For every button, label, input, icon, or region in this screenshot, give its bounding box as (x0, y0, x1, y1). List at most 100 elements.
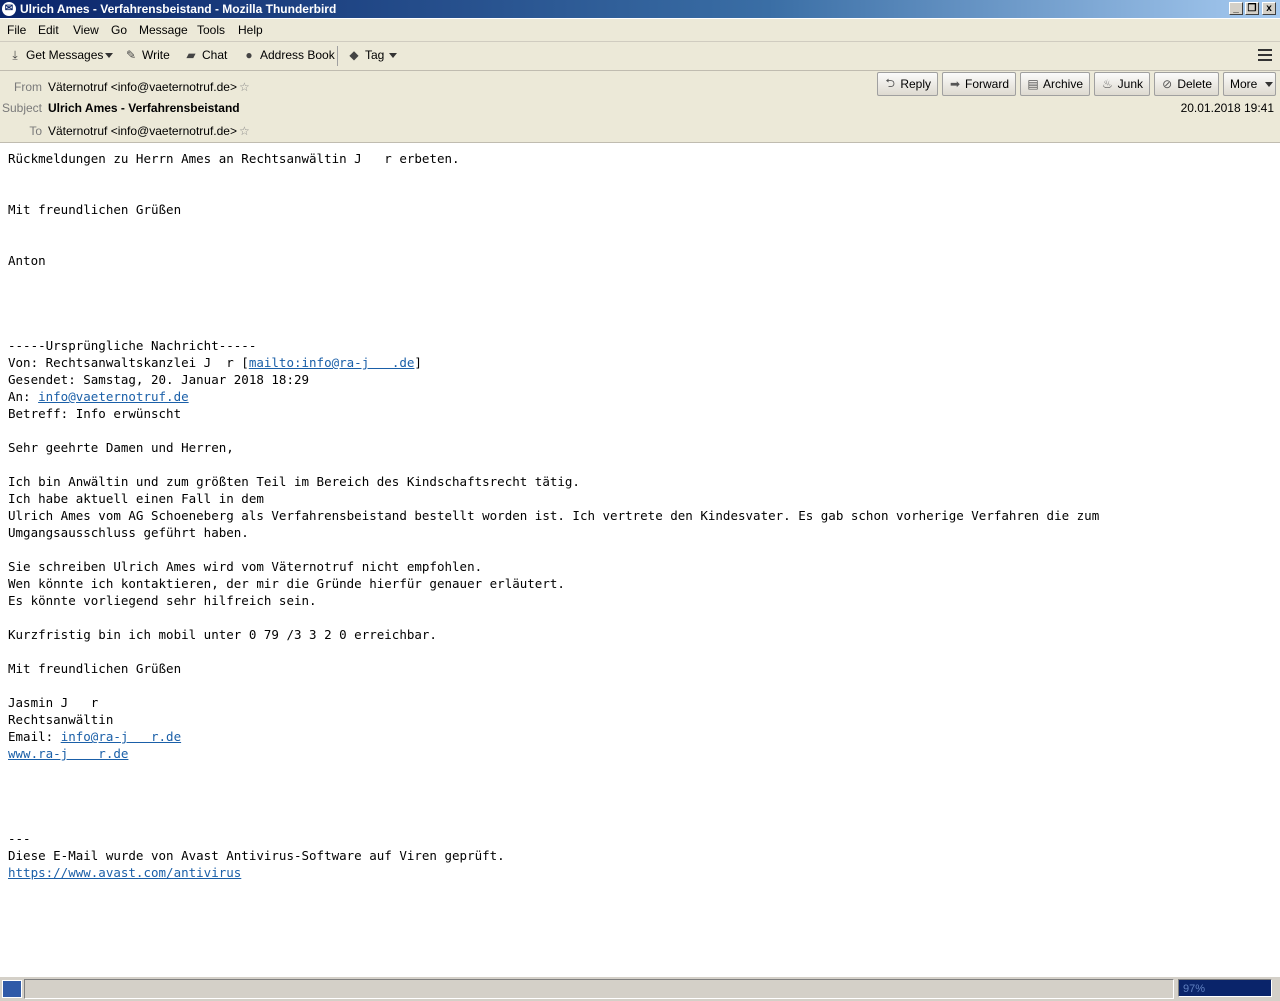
subject-value: Ulrich Ames - Verfahrensbeistand (48, 101, 240, 115)
pencil-icon: ✎ (125, 48, 137, 62)
archive-button[interactable]: ▤ Archive (1020, 72, 1090, 96)
person-icon: ● (245, 48, 253, 62)
an-text: An: (8, 389, 39, 404)
body-line: Sehr geehrte Damen und Herren, (8, 440, 234, 455)
von-text: Von: Rechtsanwaltskanzlei J r [ (8, 355, 249, 370)
message-body: Rückmeldungen zu Herrn Ames an Rechtsanw… (8, 150, 1272, 881)
tag-icon: ◆ (349, 48, 359, 62)
signature-title: Rechtsanwältin (8, 712, 114, 727)
subject-label: Subject (1, 101, 42, 115)
body-line: Wen könnte ich kontaktieren, der mir die… (8, 576, 565, 591)
toolbar-separator (337, 46, 338, 66)
tag-label: Tag (365, 48, 385, 62)
to-label: To (29, 124, 42, 138)
junk-label: Junk (1117, 77, 1143, 91)
message-date: 20.01.2018 19:41 (1180, 101, 1274, 115)
body-line: Sie schreiben Ulrich Ames wird vom Väter… (8, 559, 483, 574)
delete-label: Delete (1177, 77, 1212, 91)
forward-button[interactable]: ➡ Forward (942, 72, 1016, 96)
body-line: Ich bin Anwältin und zum größten Teil im… (8, 474, 580, 489)
star-icon[interactable]: ☆ (239, 80, 250, 94)
signature-name: Jasmin J r (8, 695, 99, 710)
online-status-icon[interactable] (2, 980, 22, 998)
menu-help[interactable]: Help (238, 23, 263, 37)
delete-button[interactable]: ⊘ Delete (1154, 72, 1219, 96)
status-bar: 97% (0, 976, 1280, 1001)
tag-dropdown-icon[interactable] (389, 53, 397, 58)
get-messages-dropdown-icon[interactable] (105, 53, 113, 58)
get-messages-button[interactable]: ⤓ Get Messages (8, 48, 103, 62)
main-toolbar: ⤓ Get Messages ✎ Write ▰ Chat ● Address … (0, 42, 1280, 71)
thunderbird-icon: ✉ (2, 2, 16, 16)
an-line: An: info@vaeternotruf.de (8, 388, 1272, 405)
close-button[interactable]: x (1262, 2, 1276, 15)
more-dropdown-icon (1265, 81, 1274, 87)
reply-label: Reply (900, 77, 931, 91)
status-text-field (24, 979, 1174, 999)
body-line: Kurzfristig bin ich mobil unter 0 79 /3 … (8, 627, 437, 642)
avast-link-line: https://www.avast.com/antivirus (8, 864, 1272, 881)
signature-email-line: Email: info@ra-j r.de (8, 728, 1272, 745)
signature-web-link[interactable]: www.ra-j r.de (8, 746, 128, 761)
signature-web-line: www.ra-j r.de (8, 745, 1272, 762)
address-book-button[interactable]: ● Address Book (242, 48, 335, 62)
menu-bar: File Edit View Go Message Tools Help (0, 19, 1280, 42)
von-suffix: ] (414, 355, 422, 370)
write-label: Write (142, 48, 170, 62)
more-button[interactable]: More (1223, 72, 1276, 96)
menu-tools[interactable]: Tools (197, 23, 225, 37)
menu-edit[interactable]: Edit (38, 23, 59, 37)
minimize-button[interactable]: _ (1229, 2, 1243, 15)
von-line: Von: Rechtsanwaltskanzlei J r [mailto:in… (8, 354, 1272, 371)
body-line: Ich habe aktuell einen Fall in dem (8, 491, 264, 506)
forward-icon: ➡ (949, 77, 961, 91)
mailto-link[interactable]: mailto:info@ra-j .de (249, 355, 415, 370)
write-button[interactable]: ✎ Write (124, 48, 170, 62)
tag-button[interactable]: ◆ Tag (347, 48, 384, 62)
betreff-line: Betreff: Info erwünscht (8, 406, 182, 421)
gesendet-line: Gesendet: Samstag, 20. Januar 2018 18:29 (8, 372, 310, 387)
from-field[interactable]: Väternotruf <info@vaeternotruf.de> ☆ (48, 80, 250, 94)
body-line: Mit freundlichen Grüßen (8, 661, 182, 676)
avast-line: Diese E-Mail wurde von Avast Antivirus-S… (8, 848, 505, 863)
menu-message[interactable]: Message (139, 23, 188, 37)
signature-email-link[interactable]: info@ra-j r.de (61, 729, 181, 744)
address-book-label: Address Book (260, 48, 335, 62)
forward-label: Forward (964, 77, 1009, 91)
get-messages-label: Get Messages (26, 48, 104, 62)
body-line: Rückmeldungen zu Herrn Ames an Rechtsanw… (8, 151, 460, 166)
chat-icon: ▰ (186, 48, 196, 62)
reply-icon: ⮌ (885, 75, 895, 90)
archive-icon: ▤ (1027, 77, 1039, 91)
flame-icon: ♨ (1101, 77, 1113, 91)
junk-button[interactable]: ♨ Junk (1094, 72, 1150, 96)
signature-dashes: --- (8, 831, 31, 846)
chat-button[interactable]: ▰ Chat (184, 48, 227, 62)
menu-go[interactable]: Go (111, 23, 127, 37)
from-value: Väternotruf <info@vaeternotruf.de> (48, 80, 237, 94)
chat-label: Chat (202, 48, 228, 62)
avast-link[interactable]: https://www.avast.com/antivirus (8, 865, 241, 880)
body-line: Ulrich Ames vom AG Schoeneberg als Verfa… (8, 508, 1100, 523)
original-message-separator: -----Ursprüngliche Nachricht----- (8, 338, 257, 353)
an-email-link[interactable]: info@vaeternotruf.de (38, 389, 189, 404)
from-label: From (14, 80, 42, 94)
body-line: Umgangsausschluss geführt haben. (8, 525, 249, 540)
body-line: Es könnte vorliegend sehr hilfreich sein… (8, 593, 317, 608)
body-line: Mit freundlichen Grüßen (8, 202, 182, 217)
menu-view[interactable]: View (73, 23, 99, 37)
archive-label: Archive (1042, 77, 1083, 91)
download-icon: ⤓ (12, 48, 18, 62)
body-line: Anton (8, 253, 46, 268)
app-menu-icon[interactable] (1258, 49, 1272, 61)
delete-icon: ⊘ (1162, 77, 1173, 91)
to-field[interactable]: Väternotruf <info@vaeternotruf.de> ☆ (48, 124, 250, 138)
star-icon[interactable]: ☆ (239, 124, 250, 138)
progress-meter: 97% (1178, 979, 1272, 997)
email-label: Email: (8, 729, 61, 744)
window-title: Ulrich Ames - Verfahrensbeistand - Mozil… (20, 2, 337, 16)
reply-button[interactable]: ⮌ Reply (877, 72, 938, 96)
menu-file[interactable]: File (7, 23, 26, 37)
more-label: More (1230, 77, 1258, 91)
restore-button[interactable]: ❐ (1245, 2, 1259, 15)
